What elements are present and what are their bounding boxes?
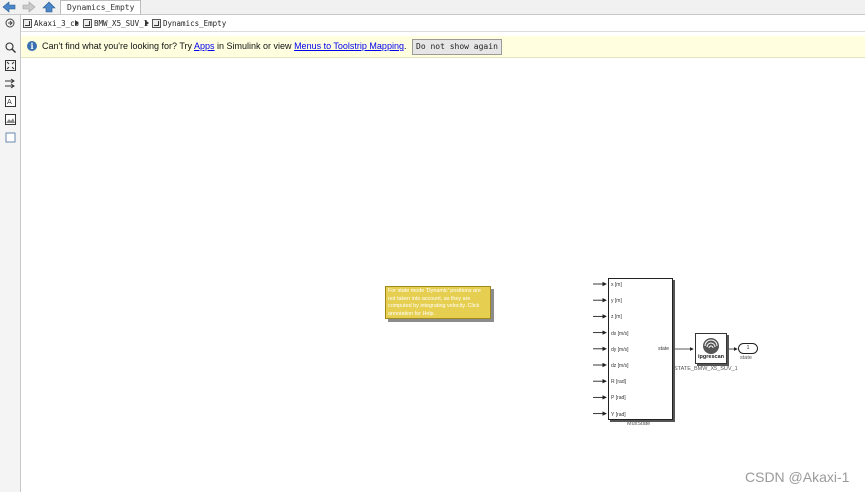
state-block[interactable]: ipgrescan [695, 333, 727, 364]
mux-input-port-label: dy [m/s] [611, 346, 629, 353]
outport-name: state [740, 355, 752, 361]
mux-input-port-label: Y [rad] [611, 411, 626, 418]
outport-block[interactable]: 1 [738, 343, 758, 354]
mux-input-port-label: dz [m/s] [611, 363, 629, 369]
ipg-logo-text: ipgrescan [698, 354, 724, 360]
signal-lines [593, 281, 738, 416]
help-annotation[interactable]: For state mode 'Dynamic' positions are n… [385, 286, 491, 319]
mux-state-block[interactable]: x [m] y [m] z [m] dx [m/s] dy [m/s] dz [m/s] R… [608, 278, 673, 420]
mux-input-port-label: P [rad] [611, 395, 626, 402]
input-signal-lines [593, 281, 607, 416]
mux-input-port-label: dx [m/s] [611, 330, 629, 337]
mux-input-port-label: y [m] [611, 298, 622, 305]
state-block-name: STATE_BMW_X5_SUV_1 [674, 366, 738, 372]
ipg-logo-icon [703, 338, 719, 354]
mux-block-name: MuxState [627, 421, 651, 427]
mux-input-port-label: x [m] [611, 282, 622, 288]
mux-output-port-label: state [658, 346, 669, 352]
mux-input-port-label: z [m] [611, 314, 622, 321]
watermark: CSDN @Akaxi-1 [745, 469, 850, 485]
mux-input-port-label: R [rad] [611, 379, 627, 386]
